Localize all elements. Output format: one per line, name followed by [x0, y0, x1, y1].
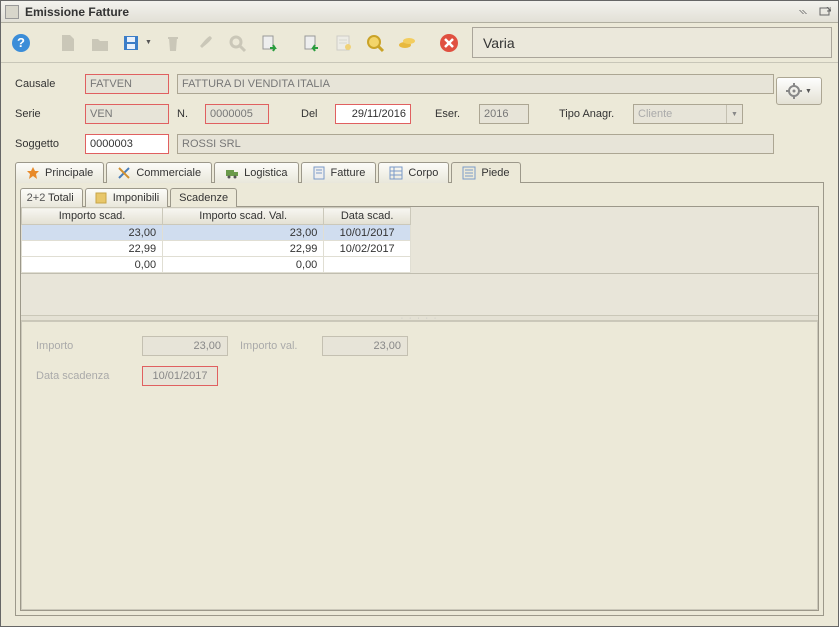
detail-data-label: Data scadenza [36, 370, 130, 382]
causale-label: Causale [15, 78, 77, 90]
tab-label: Principale [45, 167, 93, 179]
subtab-scadenze[interactable]: Scadenze [170, 188, 237, 207]
detail-importo[interactable]: 23,00 [142, 336, 228, 356]
cell-importo: 22,99 [22, 241, 163, 257]
tab-label: Corpo [408, 167, 438, 179]
eser-label: Eser. [435, 108, 471, 120]
note-button[interactable] [329, 28, 357, 58]
serie-field[interactable]: VEN [85, 104, 169, 124]
soggetto-desc: ROSSI SRL [177, 134, 774, 154]
open-button[interactable] [85, 28, 113, 58]
main-tabs: Principale Commerciale Logistica Fatture… [1, 161, 838, 182]
subtab-totali[interactable]: 2+2 Totali [20, 188, 83, 207]
tipoan-label: Tipo Anagr. [559, 108, 625, 120]
serie-label: Serie [15, 108, 77, 120]
subtab-label: Totali [48, 192, 74, 204]
subtab-imponibili[interactable]: Imponibili [85, 188, 168, 207]
window-title: Emissione Fatture [25, 5, 792, 19]
document-icon [312, 166, 326, 180]
cell-importo-val: 0,00 [163, 257, 324, 273]
detail-importo-val-label: Importo val. [240, 340, 310, 352]
maximize-button[interactable] [816, 5, 834, 19]
tipoan-field[interactable]: Cliente ▼ [633, 104, 743, 124]
tipoan-value: Cliente [638, 108, 672, 120]
cell-data: 10/01/2017 [324, 225, 411, 241]
new-button[interactable] [53, 28, 81, 58]
tab-logistica[interactable]: Logistica [214, 162, 298, 183]
del-label: Del [301, 108, 327, 120]
help-button[interactable]: ? [7, 28, 35, 58]
form-header: Causale FATVEN FATTURA DI VENDITA ITALIA… [1, 63, 838, 161]
status-label: Varia [472, 27, 832, 58]
table-row[interactable]: 23,00 23,00 10/01/2017 [22, 225, 411, 241]
table-row[interactable]: 0,00 0,00 [22, 257, 411, 273]
minimize-button[interactable] [795, 5, 813, 19]
cell-importo: 0,00 [22, 257, 163, 273]
causale-field[interactable]: FATVEN [85, 74, 169, 94]
table-row[interactable]: 22,99 22,99 10/02/2017 [22, 241, 411, 257]
delete-button[interactable] [159, 28, 187, 58]
truck-icon [225, 166, 239, 180]
titlebar: Emissione Fatture [1, 1, 838, 23]
subpanel-scadenze: Importo scad. Importo scad. Val. Data sc… [20, 206, 819, 611]
col-data[interactable]: Data scad. [324, 208, 411, 225]
star-icon [26, 166, 40, 180]
search-button[interactable] [223, 28, 251, 58]
sub-tabs: 2+2 Totali Imponibili Scadenze [20, 187, 819, 206]
chevron-down-icon: ▼ [805, 88, 812, 95]
scadenze-grid[interactable]: Importo scad. Importo scad. Val. Data sc… [21, 207, 818, 315]
close-button[interactable] [435, 28, 463, 58]
tab-piede[interactable]: Piede [451, 162, 520, 183]
app-icon [5, 5, 19, 19]
detail-importo-label: Importo [36, 340, 130, 352]
export-button[interactable] [255, 28, 283, 58]
cell-importo-val: 22,99 [163, 241, 324, 257]
chevron-down-icon: ▼ [726, 105, 742, 123]
col-importo[interactable]: Importo scad. [22, 208, 163, 225]
col-importo-val[interactable]: Importo scad. Val. [163, 208, 324, 225]
tab-label: Fatture [331, 167, 366, 179]
tab-label: Piede [481, 167, 509, 179]
cell-data [324, 257, 411, 273]
numero-field[interactable]: 0000005 [205, 104, 269, 124]
tab-principale[interactable]: Principale [15, 162, 104, 183]
coins-button[interactable] [393, 28, 421, 58]
list-icon [462, 166, 476, 180]
causale-desc: FATTURA DI VENDITA ITALIA [177, 74, 774, 94]
del-field[interactable]: 29/11/2016 [335, 104, 411, 124]
tools-icon [117, 166, 131, 180]
soggetto-field[interactable]: 0000003 [85, 134, 169, 154]
tab-label: Commerciale [136, 167, 201, 179]
settings-button[interactable]: ▼ [776, 77, 822, 105]
zoom-button[interactable] [361, 28, 389, 58]
cell-importo-val: 23,00 [163, 225, 324, 241]
eser-field[interactable]: 2016 [479, 104, 529, 124]
detail-importo-val[interactable]: 23,00 [322, 336, 408, 356]
subtab-label: Scadenze [179, 192, 228, 204]
tab-label: Logistica [244, 167, 287, 179]
tab-fatture[interactable]: Fatture [301, 162, 377, 183]
cell-importo: 23,00 [22, 225, 163, 241]
sum-icon: 2+2 [29, 191, 43, 205]
tab-commerciale[interactable]: Commerciale [106, 162, 212, 183]
subtab-label: Imponibili [113, 192, 159, 204]
svg-text:?: ? [17, 35, 25, 50]
brush-button[interactable] [191, 28, 219, 58]
save-dropdown-arrow[interactable]: ▼ [145, 39, 155, 46]
detail-panel: Importo 23,00 Importo val. 23,00 Data sc… [21, 321, 818, 610]
detail-data[interactable]: 10/01/2017 [142, 366, 218, 386]
cell-data: 10/02/2017 [324, 241, 411, 257]
gear-icon [786, 83, 802, 99]
tab-corpo[interactable]: Corpo [378, 162, 449, 183]
save-button[interactable] [117, 28, 145, 58]
import-button[interactable] [297, 28, 325, 58]
soggetto-label: Soggetto [15, 138, 77, 150]
tab-panel-piede: 2+2 Totali Imponibili Scadenze Importo sc… [15, 182, 824, 616]
n-label: N. [177, 108, 197, 120]
grid-icon [389, 166, 403, 180]
tax-icon [94, 191, 108, 205]
toolbar: ? ▼ Varia [1, 23, 838, 63]
